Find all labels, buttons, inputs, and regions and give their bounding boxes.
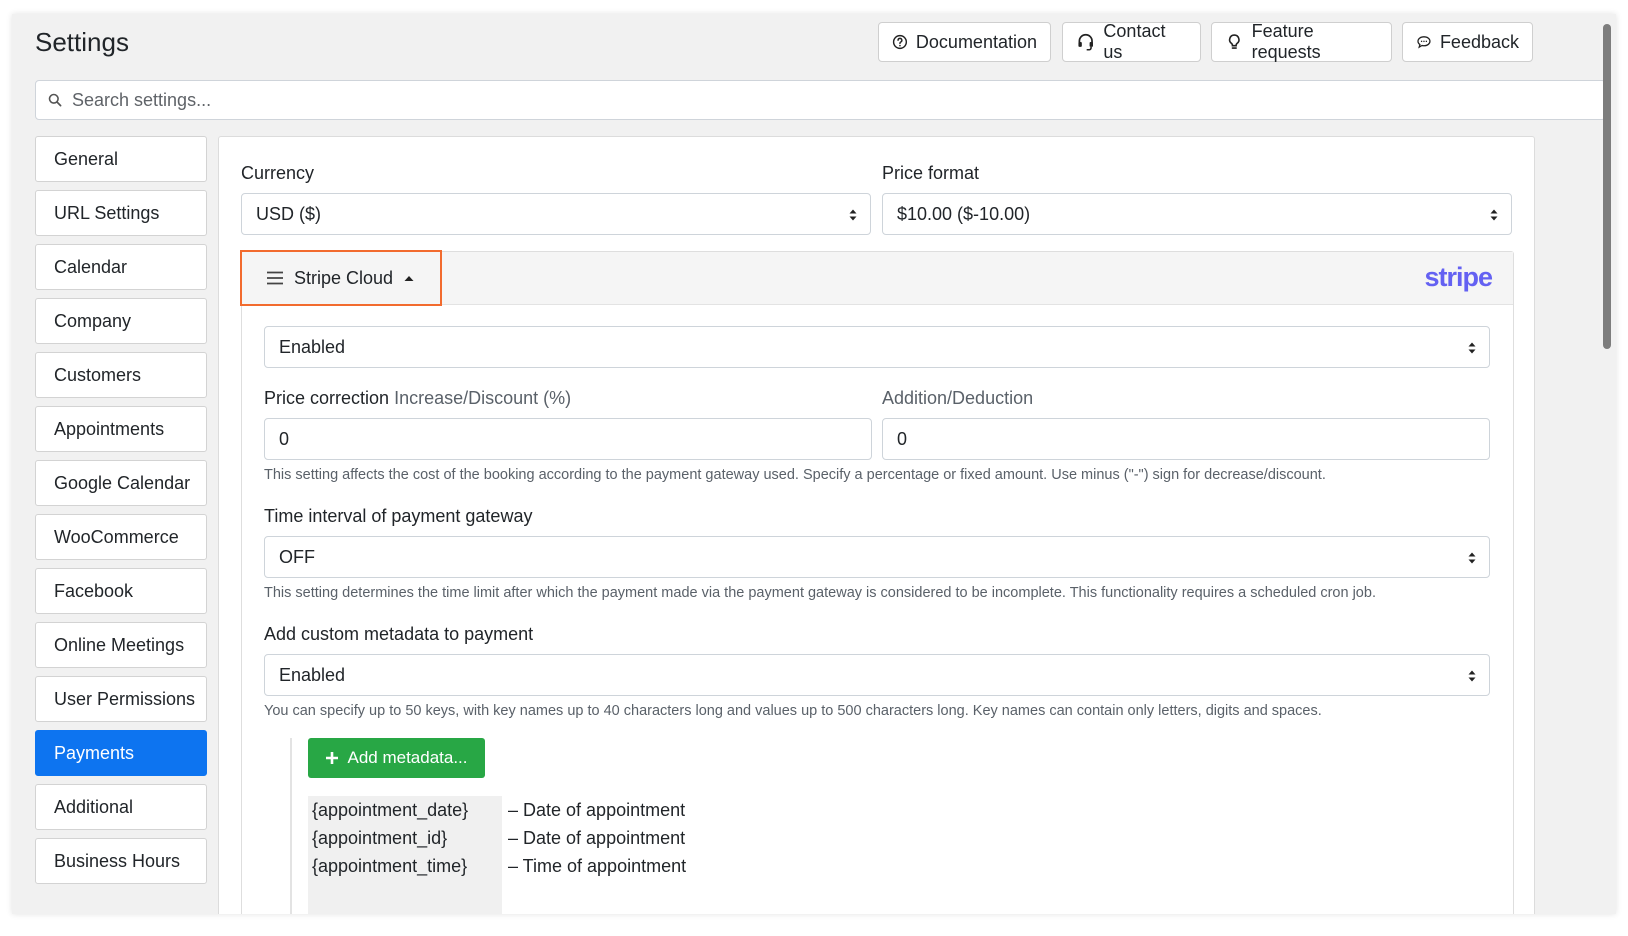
headset-icon	[1078, 33, 1093, 51]
settings-window: Settings Documentation Contact us Featur…	[12, 14, 1616, 914]
sidebar-item-calendar[interactable]: Calendar	[35, 244, 207, 290]
placeholder-desc: – Time of appointment	[508, 856, 687, 876]
currency-value: USD ($)	[256, 203, 322, 224]
question-circle-icon	[892, 34, 908, 50]
contact-us-label: Contact us	[1103, 21, 1166, 62]
gateway-name: Stripe Cloud	[294, 267, 394, 288]
documentation-label: Documentation	[915, 31, 1037, 52]
time-interval-help: This setting determines the time limit a…	[264, 585, 1376, 601]
placeholder-key: {appointment_time}	[312, 856, 468, 876]
select-arrows-icon	[1468, 552, 1476, 564]
addition-deduction-label: Addition/Deduction	[882, 388, 1034, 408]
sidebar-item-appointments[interactable]: Appointments	[35, 406, 207, 452]
currency-select[interactable]: USD ($)	[241, 193, 871, 235]
caret-up-icon	[404, 276, 414, 281]
feature-requests-button[interactable]: Feature requests	[1211, 21, 1392, 62]
search-bar	[35, 80, 1606, 120]
price-format-select[interactable]: $10.00 ($-10.00)	[882, 193, 1512, 235]
gateway-status-select[interactable]: Enabled	[264, 326, 1490, 368]
payments-panel: Currency USD ($) Price format $10.00 ($-…	[218, 136, 1535, 914]
sidebar-item-facebook[interactable]: Facebook	[35, 568, 207, 614]
currency-label: Currency	[241, 163, 315, 183]
placeholder-key: {appointment_date}	[312, 800, 469, 820]
lightbulb-icon	[1228, 34, 1240, 49]
time-interval-label: Time interval of payment gateway	[264, 506, 533, 526]
search-input[interactable]	[70, 88, 1574, 112]
sidebar-item-user-permissions[interactable]: User Permissions	[35, 676, 207, 722]
metadata-select[interactable]: Enabled	[264, 654, 1490, 696]
add-metadata-label: Add metadata...	[347, 748, 468, 767]
time-interval-select[interactable]: OFF	[264, 536, 1490, 578]
sidebar-item-business-hours[interactable]: Business Hours	[35, 838, 207, 884]
sidebar-item-payments[interactable]: Payments	[35, 730, 207, 776]
sidebar-item-additional[interactable]: Additional	[35, 784, 207, 830]
hamburger-icon	[267, 271, 283, 285]
sidebar-item-woocommerce[interactable]: WooCommerce	[35, 514, 207, 560]
page-title: Settings	[35, 27, 129, 57]
price-correction-percent-value: 0	[279, 428, 290, 449]
stripe-logo: stripe	[1424, 262, 1493, 292]
sidebar-item-customers[interactable]: Customers	[35, 352, 207, 398]
addition-deduction-input[interactable]: 0	[882, 418, 1490, 460]
stripe-cloud-toggle[interactable]: Stripe Cloud	[240, 250, 442, 306]
contact-us-button[interactable]: Contact us	[1062, 21, 1201, 62]
chat-bubble-icon	[1417, 36, 1431, 49]
select-arrows-icon	[1468, 342, 1476, 354]
feature-requests-label: Feature requests	[1251, 21, 1321, 62]
metadata-help: You can specify up to 50 keys, with key …	[264, 703, 1322, 719]
sidebar-item-general[interactable]: General	[35, 136, 207, 182]
select-arrows-icon	[1490, 209, 1498, 221]
feedback-label: Feedback	[1439, 31, 1519, 52]
feedback-button[interactable]: Feedback	[1402, 22, 1533, 62]
sidebar-item-company[interactable]: Company	[35, 298, 207, 344]
price-correction-help: This setting affects the cost of the boo…	[264, 467, 1326, 483]
addition-deduction-value: 0	[897, 428, 908, 449]
stripe-cloud-header: Stripe Cloud stripe	[240, 250, 1513, 306]
metadata-value: Enabled	[279, 664, 346, 685]
search-icon	[48, 93, 62, 107]
placeholder-desc: – Date of appointment	[508, 828, 686, 848]
placeholder-key: {appointment_id}	[312, 828, 448, 848]
price-correction-sublabel: Increase/Discount (%)	[394, 388, 572, 408]
add-metadata-button[interactable]: Add metadata...	[308, 738, 485, 778]
sidebar-item-online-meetings[interactable]: Online Meetings	[35, 622, 207, 668]
metadata-rail	[290, 738, 292, 914]
price-format-label: Price format	[882, 163, 980, 183]
placeholder-desc: – Date of appointment	[508, 800, 686, 820]
metadata-label: Add custom metadata to payment	[264, 624, 534, 644]
plus-icon	[326, 752, 339, 764]
sidebar-item-url-settings[interactable]: URL Settings	[35, 190, 207, 236]
time-interval-value: OFF	[279, 546, 315, 567]
select-arrows-icon	[1468, 670, 1476, 682]
price-format-value: $10.00 ($-10.00)	[897, 203, 1031, 224]
page-scrollbar[interactable]	[1603, 24, 1611, 349]
price-correction-percent-input[interactable]: 0	[264, 418, 872, 460]
gateway-status-value: Enabled	[279, 336, 346, 357]
select-arrows-icon	[849, 209, 857, 221]
sidebar-item-google-calendar[interactable]: Google Calendar	[35, 460, 207, 506]
stripe-cloud-section: Stripe Cloud stripe Enabled Price correc…	[240, 250, 1514, 914]
price-correction-label: Price correction Increase/Discount (%)	[264, 388, 572, 408]
documentation-button[interactable]: Documentation	[878, 22, 1051, 62]
